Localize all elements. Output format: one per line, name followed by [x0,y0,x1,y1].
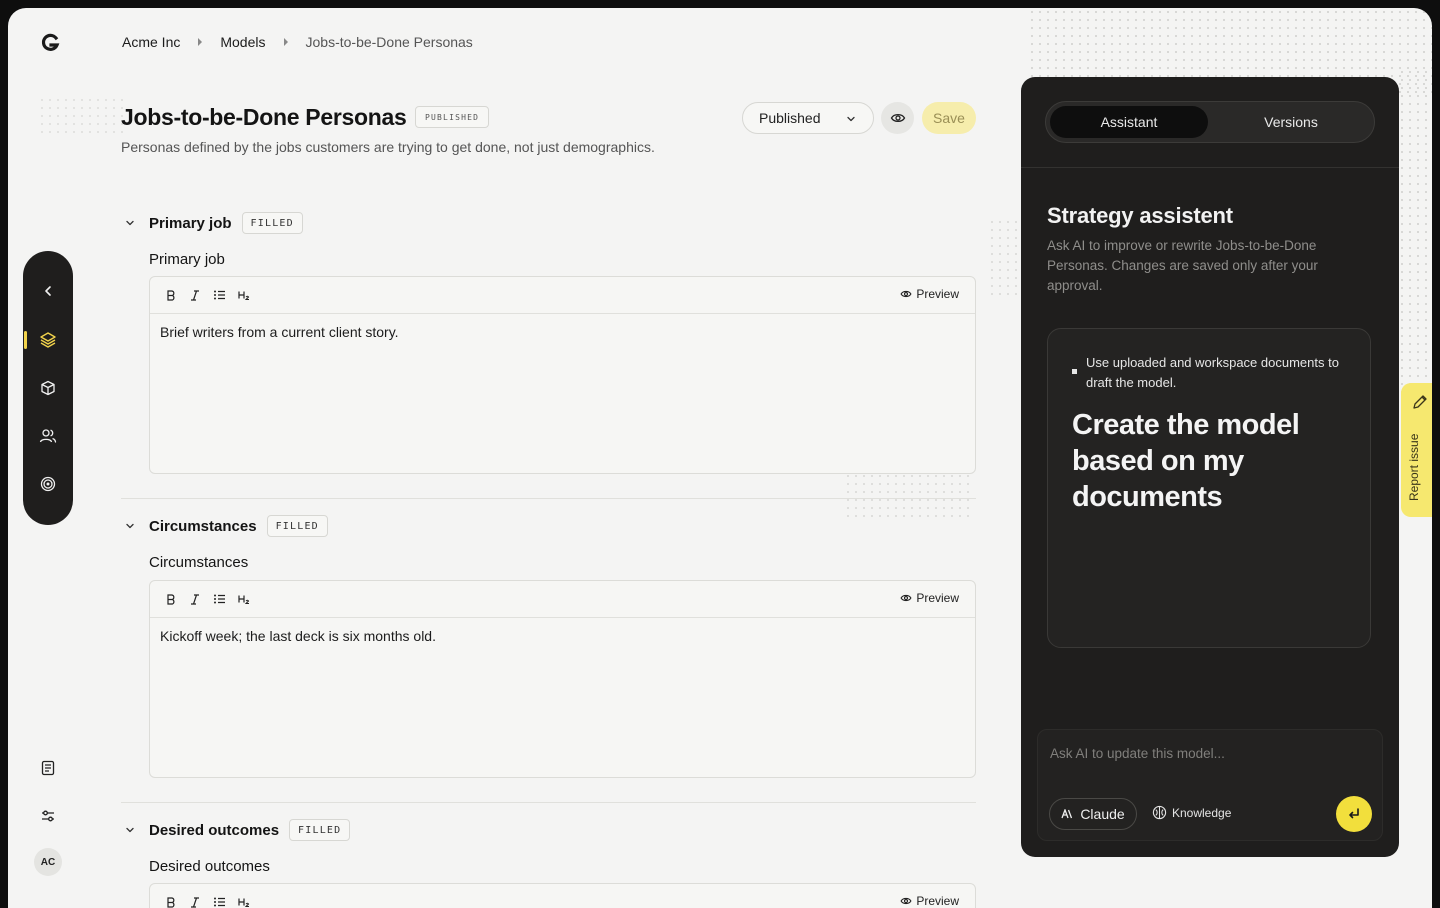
chat-input-box[interactable]: Ask AI to update this model... Claude Kn… [1037,729,1383,841]
bullet-list-icon[interactable] [210,893,228,908]
report-issue-tab[interactable]: Report issue [1401,383,1432,517]
panel-tabs: Assistant Versions [1045,101,1375,143]
editor-content[interactable]: Brief writers from a current client stor… [150,314,975,350]
heading-icon[interactable] [234,590,252,608]
cube-icon[interactable] [36,376,60,400]
section-status-badge: FILLED [241,212,303,234]
section-header-primary-job[interactable]: Primary job FILLED [121,212,303,234]
avatar[interactable]: AC [34,848,62,876]
breadcrumb-item-models[interactable]: Models [220,34,265,50]
breadcrumb-item-workspace[interactable]: Acme Inc [122,34,180,50]
knowledge-toggle[interactable]: Knowledge [1152,805,1231,820]
panel-divider [1021,167,1399,168]
rich-text-editor: Preview Brief writers from a current cli… [149,276,976,474]
suggestion-hint: Use uploaded and workspace documents to … [1086,355,1339,390]
bullet-icon [1072,369,1077,374]
breadcrumb-item-current: Jobs-to-be-Done Personas [305,34,473,50]
chevron-down-icon[interactable] [121,821,139,839]
enter-icon [1349,808,1359,819]
heading-icon[interactable] [234,286,252,304]
eye-icon [900,594,912,602]
field-label: Desired outcomes [149,858,270,875]
editor-preview-button[interactable]: Preview [900,591,959,605]
eye-icon [900,290,912,298]
section-header-circumstances[interactable]: Circumstances FILLED [121,515,328,537]
report-issue-label: Report issue [1407,433,1421,501]
suggestion-prompt: Create the model based on my documents [1072,409,1300,513]
section-status-badge: FILLED [289,819,351,841]
section-header-desired-outcomes[interactable]: Desired outcomes FILLED [121,819,351,841]
app-logo-icon[interactable] [40,32,62,54]
sidebar-rail [23,251,73,525]
italic-icon[interactable] [186,286,204,304]
assistant-title: Strategy assistent [1047,203,1233,228]
bold-icon[interactable] [162,893,180,908]
editor-preview-button[interactable]: Preview [900,894,959,908]
preview-label: Preview [916,894,959,908]
chevron-down-icon [845,112,857,128]
editor-content[interactable]: Kickoff week; the last deck is six month… [150,618,975,654]
eye-icon [900,897,912,905]
editor-preview-button[interactable]: Preview [900,287,959,301]
section-title: Desired outcomes [149,821,280,839]
app-frame: Acme Inc Models Jobs-to-be-Done Personas… [8,8,1432,908]
editor-toolbar: Preview [150,581,975,618]
anthropic-icon [1061,809,1073,819]
chevron-down-icon[interactable] [121,214,139,232]
eye-icon [890,113,905,123]
save-button[interactable]: Save [922,102,976,134]
assistant-description: Ask AI to improve or rewrite Jobs-to-be-… [1047,238,1318,293]
chat-input-placeholder[interactable]: Ask AI to update this model... [1050,746,1225,761]
breadcrumb-separator-icon [198,38,203,46]
model-selector[interactable]: Claude [1049,798,1137,830]
editor-toolbar: Preview [150,277,975,314]
tab-assistant[interactable]: Assistant [1050,106,1208,138]
bold-icon[interactable] [162,590,180,608]
field-label: Primary job [149,251,225,268]
bullet-list-icon[interactable] [210,590,228,608]
send-button[interactable] [1336,796,1372,832]
bullet-list-icon[interactable] [210,286,228,304]
model-label: Claude [1080,806,1125,822]
preview-button[interactable] [881,102,914,134]
tab-versions[interactable]: Versions [1212,106,1370,138]
settings-sliders-icon[interactable] [36,804,60,828]
heading-icon[interactable] [234,893,252,908]
preview-label: Preview [916,287,959,301]
bold-icon[interactable] [162,286,180,304]
chevron-left-icon[interactable] [36,279,60,303]
status-select-value: Published [759,110,821,126]
italic-icon[interactable] [186,590,204,608]
brain-icon [1152,805,1167,820]
layers-icon[interactable] [36,328,60,352]
dot-pattern [988,218,1018,298]
chevron-down-icon[interactable] [121,517,139,535]
suggestion-card[interactable]: Use uploaded and workspace documents to … [1047,328,1371,648]
target-icon[interactable] [36,472,60,496]
section-divider [121,802,976,803]
italic-icon[interactable] [186,893,204,908]
dot-pattern [38,96,128,136]
editor-toolbar: Preview [150,884,975,908]
field-label: Circumstances [149,554,249,571]
document-icon[interactable] [36,756,60,780]
section-divider [121,498,976,499]
knowledge-label: Knowledge [1172,805,1232,820]
section-status-badge: FILLED [266,515,328,537]
active-indicator [24,331,27,349]
breadcrumb-separator-icon [283,38,288,46]
status-badge: PUBLISHED [415,106,490,128]
page-title: Jobs-to-be-Done Personas [121,104,407,130]
rich-text-editor: Preview Kickoff week; the last deck is s… [149,580,976,778]
assistant-panel: Assistant Versions Strategy assistent As… [1021,77,1399,857]
pencil-icon [1413,395,1427,409]
page-subtitle: Personas defined by the jobs customers a… [121,139,655,155]
rich-text-editor: Preview [149,883,976,908]
breadcrumb: Acme Inc Models Jobs-to-be-Done Personas [122,34,473,50]
section-title: Circumstances [149,517,257,535]
preview-label: Preview [916,591,959,605]
status-select[interactable]: Published [742,102,874,134]
users-icon[interactable] [36,424,60,448]
section-title: Primary job [149,214,232,232]
